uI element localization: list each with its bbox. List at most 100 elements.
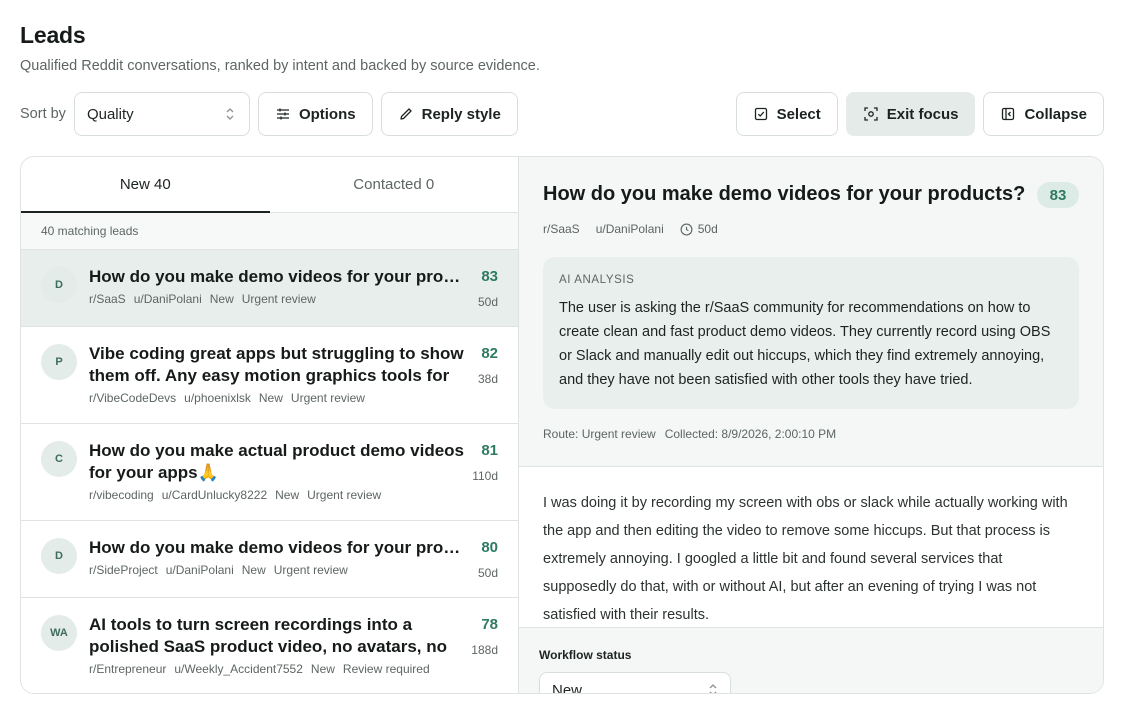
tab-new[interactable]: New 40 [21, 157, 270, 213]
lead-subreddit: r/SaaS [89, 292, 126, 306]
ai-analysis-text: The user is asking the r/SaaS community … [559, 300, 1051, 388]
lead-meta: r/vibecoding u/CardUnlucky8222 New Urgen… [89, 488, 498, 502]
avatar: C [41, 441, 77, 477]
lead-route: Urgent review [290, 391, 365, 405]
lead-status: New [258, 391, 283, 405]
focus-icon [864, 107, 878, 121]
status-tabs: New 40 Contacted 0 [21, 157, 518, 213]
lead-subreddit: r/vibecoding [89, 488, 154, 502]
source-post-text: I was doing it by recording my screen wi… [543, 495, 1068, 623]
lead-route: Review required [342, 662, 430, 676]
toolbar-left: Sort by Quality Options Reply style [20, 92, 518, 136]
lead-title: How do you make demo videos for your pro… [89, 267, 465, 286]
lead-status: New [310, 662, 335, 676]
lead-route: Urgent review [241, 292, 316, 306]
matching-count: 40 matching leads [21, 213, 518, 250]
collapse-label: Collapse [1024, 105, 1087, 123]
lead-user: u/DaniPolani [133, 292, 202, 306]
toolbar-right: Select Exit focus Collapse [735, 92, 1104, 136]
reply-style-label: Reply style [421, 105, 501, 123]
lead-score: 83 [481, 268, 498, 285]
reply-style-button[interactable]: Reply style [380, 92, 518, 136]
lead-meta: r/Entrepreneur u/Weekly_Accident7552 New… [89, 662, 498, 676]
lead-status: New [209, 292, 234, 306]
lead-score: 78 [481, 616, 498, 633]
lead-route: Urgent review [273, 563, 348, 577]
detail-subreddit[interactable]: r/SaaS [543, 222, 580, 236]
lead-row[interactable]: D How do you make demo videos for your p… [21, 521, 518, 598]
source-post: I was doing it by recording my screen wi… [519, 467, 1103, 627]
lead-meta: r/SaaS u/DaniPolani New Urgent review [89, 292, 498, 306]
lead-status: New [241, 563, 266, 577]
clock-icon [680, 223, 693, 235]
lead-score: 82 [481, 345, 498, 362]
sliders-icon [276, 108, 289, 120]
lead-meta: r/SideProject u/DaniPolani New Urgent re… [89, 563, 498, 577]
select-button[interactable]: Select [735, 92, 838, 136]
pencil-icon [399, 108, 412, 120]
options-label: Options [298, 105, 356, 123]
collected-text: Collected: 8/9/2026, 2:00:10 PM [664, 427, 837, 441]
detail-score-badge: 83 [1037, 182, 1079, 208]
checkbox-icon [754, 107, 767, 121]
lead-route: Urgent review [307, 488, 382, 502]
updown-chevron-icon [226, 108, 234, 120]
avatar: WA [41, 615, 77, 651]
sort-label: Sort by [20, 106, 66, 122]
lead-score: 80 [481, 539, 498, 556]
lead-subreddit: r/VibeCodeDevs [89, 391, 177, 405]
sort-select-value: Quality [86, 105, 134, 123]
lead-user: u/phoenixlsk [184, 391, 251, 405]
avatar: P [41, 344, 77, 380]
options-button[interactable]: Options [257, 92, 373, 136]
lead-row[interactable]: D How do you make demo videos for your p… [21, 250, 518, 327]
detail-age: 50d [680, 222, 718, 236]
workflow-label: Workflow status [539, 648, 632, 662]
page-title: Leads [20, 22, 86, 48]
lead-row[interactable]: WA AI tools to turn screen recordings in… [21, 598, 518, 693]
tab-contacted[interactable]: Contacted 0 [270, 157, 519, 212]
lead-user: u/DaniPolani [165, 563, 234, 577]
lead-age: 38d [477, 372, 498, 386]
exit-focus-label: Exit focus [886, 105, 959, 123]
workflow-status-select[interactable]: New [539, 672, 731, 693]
workflow-status-value: New [552, 681, 583, 694]
lead-age: 110d [472, 469, 498, 483]
select-label: Select [776, 105, 821, 123]
leads-panel: New 40 Contacted 0 40 matching leads D H… [20, 156, 1104, 694]
lead-status: New [275, 488, 300, 502]
collapse-button[interactable]: Collapse [983, 92, 1104, 136]
lead-title: Vibe coding great apps but struggling to… [89, 344, 464, 385]
lead-title: How do you make actual product demo vide… [89, 441, 465, 482]
lead-age: 188d [471, 643, 498, 657]
page-subtitle: Qualified Reddit conversations, ranked b… [20, 58, 540, 74]
detail-user[interactable]: u/DaniPolani [596, 222, 664, 236]
route-line: Route: Urgent review Collected: 8/9/2026… [543, 427, 836, 441]
avatar: D [41, 267, 77, 303]
lead-row[interactable]: C How do you make actual product demo vi… [21, 424, 518, 521]
lead-meta: r/VibeCodeDevs u/phoenixlsk New Urgent r… [89, 391, 498, 405]
detail-meta: r/SaaS u/DaniPolani 50d [543, 222, 718, 236]
updown-chevron-icon [709, 684, 717, 693]
panel-collapse-icon [1002, 107, 1015, 121]
lead-row[interactable]: P Vibe coding great apps but struggling … [21, 327, 518, 424]
lead-age: 50d [477, 295, 498, 309]
lead-user: u/Weekly_Accident7552 [174, 662, 303, 676]
detail-title: How do you make demo videos for your pro… [543, 183, 1026, 205]
route-text: Route: Urgent review [543, 427, 656, 441]
sort-select[interactable]: Quality [73, 92, 250, 136]
ai-analysis-label: AI ANALYSIS [559, 274, 635, 286]
leads-list-pane: New 40 Contacted 0 40 matching leads D H… [21, 157, 519, 693]
lead-title: AI tools to turn screen recordings into … [89, 615, 448, 656]
lead-age: 50d [477, 566, 498, 580]
avatar: D [41, 538, 77, 574]
ai-analysis-card: AI ANALYSIS The user is asking the r/Saa… [543, 257, 1079, 409]
lead-user: u/CardUnlucky8222 [161, 488, 268, 502]
detail-age-text: 50d [697, 222, 718, 236]
lead-detail-pane: How do you make demo videos for your pro… [519, 157, 1103, 693]
workflow-section: Workflow status New [519, 627, 1103, 693]
lead-score: 81 [481, 442, 498, 459]
lead-subreddit: r/Entrepreneur [89, 662, 167, 676]
lead-subreddit: r/SideProject [89, 563, 158, 577]
exit-focus-button[interactable]: Exit focus [845, 92, 976, 136]
